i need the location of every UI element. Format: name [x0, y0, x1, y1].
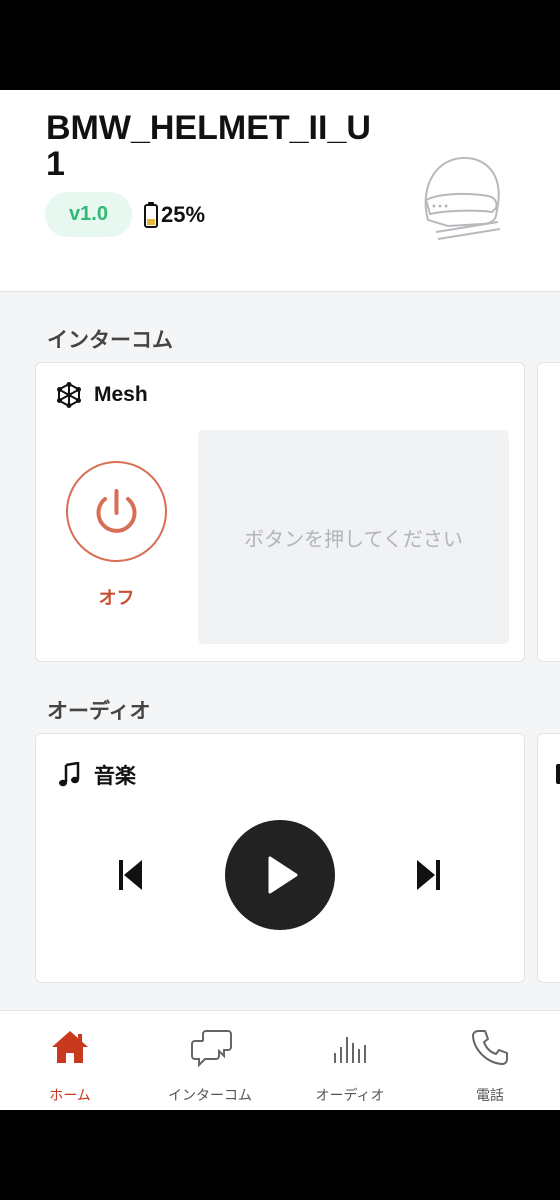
- nav-home-label: ホーム: [49, 1088, 91, 1104]
- nav-intercom[interactable]: インターコム: [140, 1011, 280, 1110]
- phone-icon: [470, 1027, 510, 1067]
- battery-status: 25%: [143, 201, 205, 229]
- version-badge: v1.0: [45, 192, 132, 237]
- audio-section-title: オーディオ: [47, 699, 151, 723]
- equalizer-icon: [330, 1027, 370, 1067]
- nav-audio[interactable]: オーディオ: [280, 1011, 420, 1110]
- mesh-title-label: Mesh: [94, 383, 148, 406]
- intercom-section-title: インターコム: [47, 328, 173, 352]
- nav-phone-label: 電話: [476, 1088, 504, 1104]
- mesh-power-button[interactable]: [66, 461, 167, 562]
- app-screen: BMW_HELMET_II_U1 v1.0 25% インターコム Mesh オフ…: [0, 90, 560, 1110]
- home-icon: [50, 1027, 90, 1067]
- nav-intercom-label: インターコム: [168, 1088, 252, 1104]
- power-icon: [96, 489, 137, 533]
- helmet-icon: [418, 152, 506, 248]
- nav-audio-label: オーディオ: [315, 1088, 385, 1104]
- music-title: 音楽: [58, 760, 136, 790]
- mesh-title: Mesh: [56, 382, 148, 408]
- mesh-network-icon: [57, 382, 81, 408]
- battery-icon: [143, 201, 159, 229]
- music-note-icon: [59, 762, 80, 787]
- skip-previous-icon: [119, 860, 142, 890]
- play-button[interactable]: [225, 820, 335, 930]
- previous-track-button[interactable]: [115, 858, 145, 892]
- device-name: BMW_HELMET_II_U1: [46, 109, 371, 183]
- play-icon: [268, 856, 298, 894]
- nav-phone[interactable]: 電話: [420, 1011, 560, 1110]
- mesh-power-state: オフ: [98, 588, 135, 609]
- battery-percent: 25%: [161, 202, 206, 227]
- bottom-navigation: ホーム インターコム オーディオ 電話: [0, 1010, 560, 1110]
- mesh-hint-text: ボタンを押してください: [244, 526, 463, 551]
- nav-home[interactable]: ホーム: [0, 1011, 140, 1110]
- chat-icon: [190, 1027, 232, 1068]
- device-header: BMW_HELMET_II_U1 v1.0 25%: [0, 90, 560, 292]
- next-intercom-card[interactable]: [537, 362, 560, 662]
- skip-next-icon: [417, 860, 440, 890]
- mesh-hint-box: ボタンを押してください: [198, 430, 509, 644]
- next-track-button[interactable]: [414, 858, 444, 892]
- music-title-label: 音楽: [94, 765, 136, 788]
- next-card-icon: [556, 764, 560, 784]
- next-audio-card[interactable]: [537, 733, 560, 983]
